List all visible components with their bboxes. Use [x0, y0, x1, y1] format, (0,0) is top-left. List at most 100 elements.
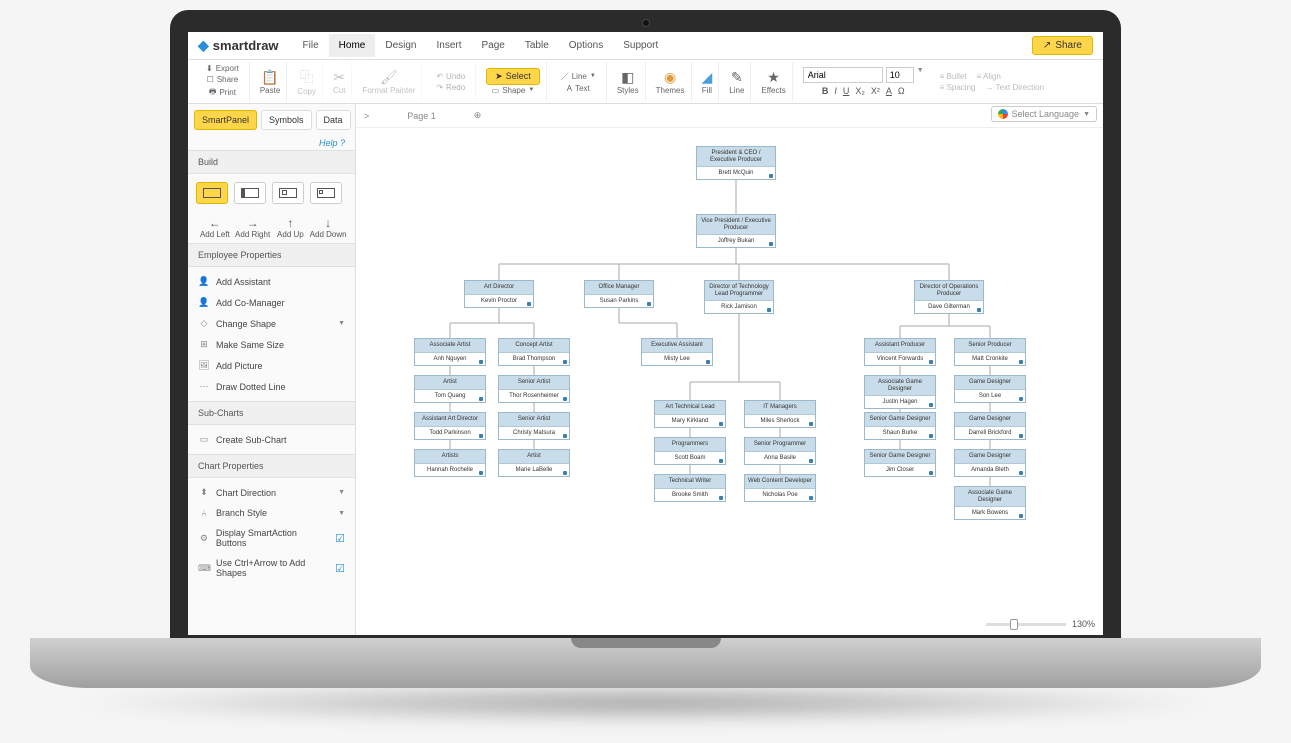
bold-button[interactable]: B: [822, 86, 829, 96]
org-node[interactable]: Assistant ProducerVincent Forwards: [864, 338, 936, 366]
add-left-button[interactable]: ←Add Left: [196, 216, 234, 239]
menu-home[interactable]: Home: [329, 34, 376, 57]
format-painter-button[interactable]: 🖌Format Painter: [356, 62, 422, 101]
tab-data[interactable]: Data: [316, 110, 351, 130]
shape-style-1[interactable]: [196, 182, 228, 204]
org-node[interactable]: Senior Game DesignerJim Closer: [864, 449, 936, 477]
branch-style-button[interactable]: ⑃Branch Style▼: [188, 503, 355, 523]
menu-file[interactable]: File: [293, 34, 329, 57]
smartaction-toggle[interactable]: ⚙Display SmartAction Buttons☑: [188, 523, 355, 553]
add-page-button[interactable]: ⊕: [474, 110, 482, 121]
shape-style-3[interactable]: [272, 182, 304, 204]
share-ribbon-button[interactable]: ☐Share: [203, 74, 243, 85]
page-tab[interactable]: Page 1: [377, 107, 466, 125]
line-button[interactable]: ／Line▼: [557, 70, 600, 83]
org-node[interactable]: ProgrammersScott Boam: [654, 437, 726, 465]
add-up-button[interactable]: ↑Add Up: [272, 216, 310, 239]
tab-smartpanel[interactable]: SmartPanel: [194, 110, 257, 130]
copy-button[interactable]: ⿻Copy: [291, 62, 323, 101]
language-selector[interactable]: Select Language ▼: [991, 106, 1098, 122]
add-assistant-button[interactable]: 👤Add Assistant: [188, 271, 355, 292]
font-family-input[interactable]: [803, 67, 883, 83]
org-node[interactable]: Director of Technology Lead ProgrammerRi…: [704, 280, 774, 314]
align-button[interactable]: ≡ Align: [977, 72, 1001, 81]
org-node[interactable]: Senior ProducerMatt Cronkite: [954, 338, 1026, 366]
text-direction-button[interactable]: → Text Direction: [985, 83, 1044, 92]
add-picture-button[interactable]: 🖼Add Picture: [188, 355, 355, 376]
org-node[interactable]: Senior ArtistChristy Matsura: [498, 412, 570, 440]
redo-button[interactable]: ↷Redo: [432, 82, 469, 93]
org-node[interactable]: Director of Operations ProducerDave Gilt…: [914, 280, 984, 314]
change-shape-button[interactable]: ◇Change Shape▼: [188, 313, 355, 334]
org-node[interactable]: Senior ProgrammerAnna Basile: [744, 437, 816, 465]
menu-options[interactable]: Options: [559, 34, 613, 57]
spacing-button[interactable]: ≡ Spacing: [940, 83, 976, 92]
org-node[interactable]: Senior Game DesignerShaun Burke: [864, 412, 936, 440]
menu-page[interactable]: Page: [472, 34, 515, 57]
tab-symbols[interactable]: Symbols: [261, 110, 312, 130]
select-button[interactable]: ➤Select: [486, 68, 540, 85]
org-node[interactable]: Web Content DeveloperNicholas Poe: [744, 474, 816, 502]
underline-button[interactable]: U: [843, 86, 850, 96]
org-node[interactable]: Art DirectorKevin Proctor: [464, 280, 534, 308]
add-right-button[interactable]: →Add Right: [234, 216, 272, 239]
org-node[interactable]: Game DesignerDarrell Brickford: [954, 412, 1026, 440]
bullet-button[interactable]: ≡ Bullet: [940, 72, 967, 81]
prev-page-button[interactable]: >: [364, 111, 369, 121]
org-node[interactable]: Vice President / Executive ProducerJoffr…: [696, 214, 776, 248]
subscript-button[interactable]: X₂: [855, 86, 865, 96]
zoom-slider[interactable]: [986, 623, 1066, 626]
export-button[interactable]: ⬇Export: [202, 63, 243, 74]
line-style-button[interactable]: ✎Line: [723, 62, 751, 101]
org-node[interactable]: ArtistsHannah Rochelle: [414, 449, 486, 477]
org-node[interactable]: Associate Game DesignerMark Bowens: [954, 486, 1026, 520]
ctrl-arrow-toggle[interactable]: ⌨Use Ctrl+Arrow to Add Shapes☑: [188, 553, 355, 583]
org-node[interactable]: Art Technical LeadMary Kirkland: [654, 400, 726, 428]
undo-button[interactable]: ↶Undo: [432, 71, 469, 82]
org-node[interactable]: ArtistTom Quang: [414, 375, 486, 403]
org-node[interactable]: Game DesignerAmanda Bleth: [954, 449, 1026, 477]
menu-table[interactable]: Table: [515, 34, 559, 57]
text-button[interactable]: AText: [563, 83, 594, 94]
symbol-button[interactable]: Ω: [898, 86, 905, 96]
font-color-button[interactable]: A: [886, 86, 892, 96]
styles-button[interactable]: ◧Styles: [611, 62, 646, 101]
same-size-button[interactable]: ⊞Make Same Size: [188, 334, 355, 355]
effects-button[interactable]: ★Effects: [755, 62, 792, 101]
org-node[interactable]: IT ManagersMiles Sherlock: [744, 400, 816, 428]
shape-style-2[interactable]: [234, 182, 266, 204]
share-button[interactable]: ↗ Share: [1032, 36, 1093, 55]
add-down-button[interactable]: ↓Add Down: [309, 216, 347, 239]
org-node[interactable]: Senior ArtistThor Rosenheimer: [498, 375, 570, 403]
themes-button[interactable]: ◉Themes: [650, 62, 692, 101]
org-node[interactable]: Office ManagerSusan Parkins: [584, 280, 654, 308]
menu-insert[interactable]: Insert: [426, 34, 471, 57]
create-subchart-button[interactable]: ▭Create Sub-Chart: [188, 429, 355, 450]
chevron-down-icon[interactable]: ▼: [917, 67, 924, 83]
org-node[interactable]: Game DesignerSon Lee: [954, 375, 1026, 403]
add-comanager-button[interactable]: 👤Add Co-Manager: [188, 292, 355, 313]
org-node[interactable]: Executive AssistantMisty Lee: [641, 338, 713, 366]
org-node[interactable]: Assistant Art DirectorTodd Parkinson: [414, 412, 486, 440]
menu-support[interactable]: Support: [613, 34, 668, 57]
drawing-canvas[interactable]: President & CEO / Executive ProducerBret…: [356, 128, 1103, 635]
org-node[interactable]: ArtistMarie LaBelle: [498, 449, 570, 477]
org-node[interactable]: Associate ArtistAnh Nguyen: [414, 338, 486, 366]
help-link[interactable]: Help ?: [188, 136, 355, 150]
cut-button[interactable]: ✂Cut: [327, 62, 352, 101]
menu-design[interactable]: Design: [375, 34, 426, 57]
shape-style-4[interactable]: [310, 182, 342, 204]
dotted-line-button[interactable]: ⋯Draw Dotted Line: [188, 376, 355, 397]
superscript-button[interactable]: X²: [871, 86, 880, 96]
shape-button[interactable]: ▭Shape▼: [488, 85, 539, 96]
font-size-input[interactable]: [886, 67, 914, 83]
chart-direction-button[interactable]: ⬍Chart Direction▼: [188, 482, 355, 503]
fill-button[interactable]: ◢Fill: [696, 62, 720, 101]
org-node[interactable]: Concept ArtistBrad Thompson: [498, 338, 570, 366]
paste-button[interactable]: 📋Paste: [254, 62, 287, 101]
org-node[interactable]: President & CEO / Executive ProducerBret…: [696, 146, 776, 180]
org-node[interactable]: Associate Game DesignerJustin Hagen: [864, 375, 936, 409]
italic-button[interactable]: I: [834, 86, 837, 96]
print-button[interactable]: 🖶Print: [205, 85, 240, 101]
org-node[interactable]: Technical WriterBrooke Smith: [654, 474, 726, 502]
